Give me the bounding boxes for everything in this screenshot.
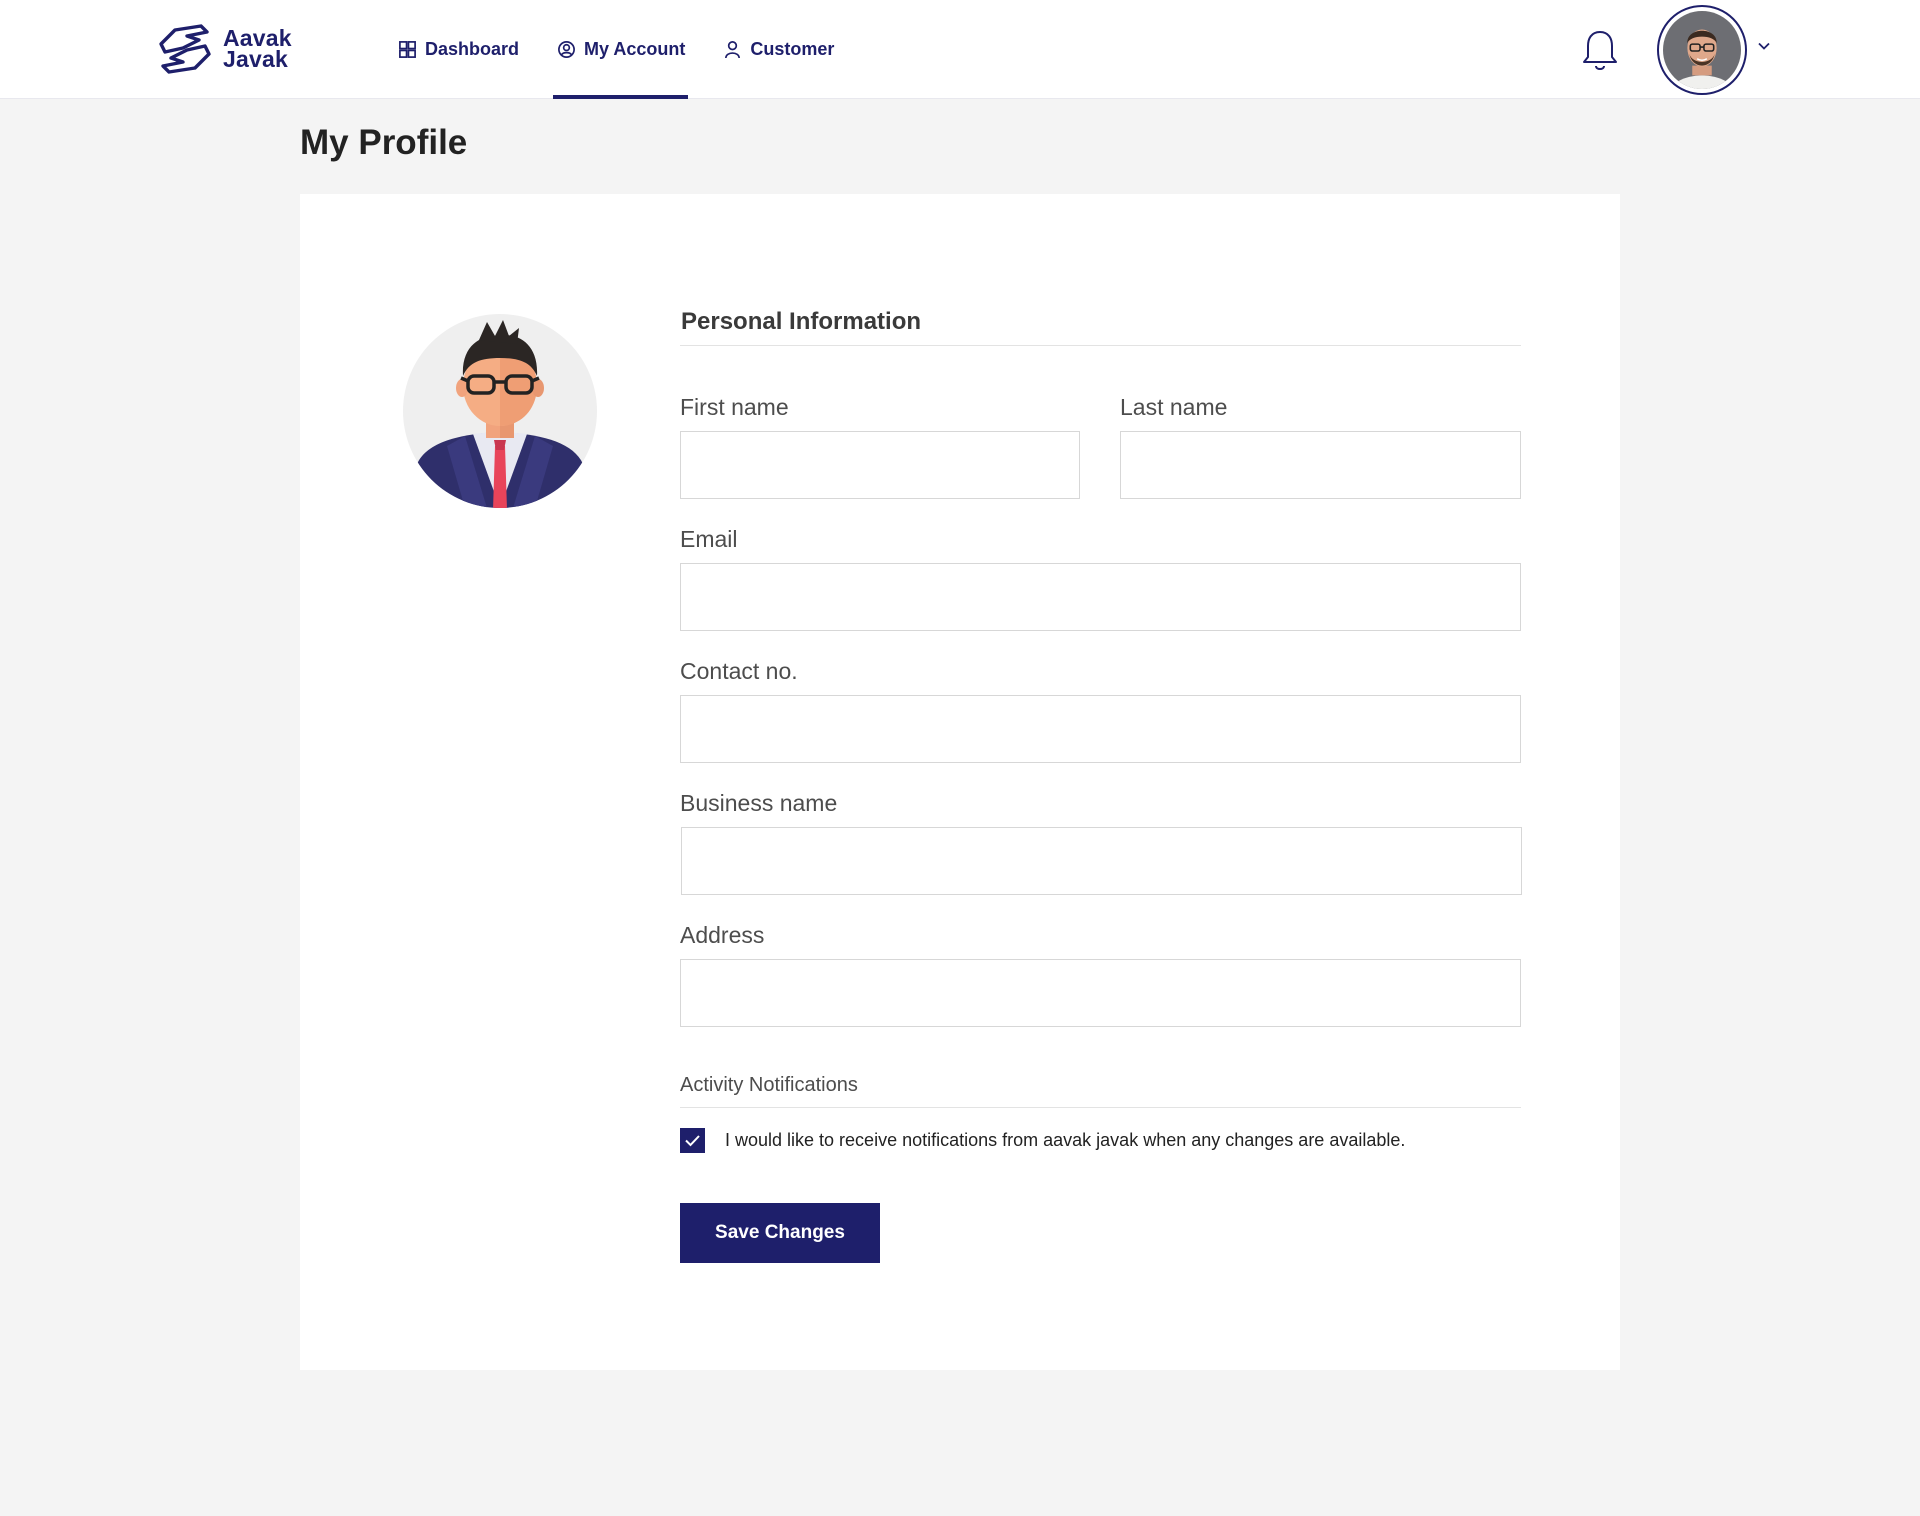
nav-my-account[interactable]: My Account — [553, 0, 689, 99]
user-avatar-button[interactable] — [1657, 5, 1747, 95]
notifications-checkbox-label[interactable]: I would like to receive notifications fr… — [725, 1130, 1405, 1151]
business-name-label: Business name — [680, 790, 838, 816]
business-name-input[interactable] — [681, 827, 1522, 895]
account-menu-toggle[interactable] — [1756, 38, 1772, 54]
address-label: Address — [680, 922, 765, 948]
businessman-avatar-icon — [403, 314, 597, 508]
first-name-label: First name — [680, 394, 789, 420]
notifications-button[interactable] — [1580, 29, 1620, 73]
brand-name-line2: Javak — [223, 46, 288, 72]
main-nav: Dashboard My Account Customer — [398, 0, 872, 99]
brand-name: Aavak Javak — [223, 27, 292, 72]
chevron-down-icon — [1758, 42, 1770, 50]
email-label: Email — [680, 526, 738, 552]
last-name-label: Last name — [1120, 394, 1228, 420]
save-changes-button[interactable]: Save Changes — [680, 1203, 880, 1263]
nav-customer[interactable]: Customer — [723, 0, 834, 99]
email-input[interactable] — [680, 563, 1521, 631]
nav-dashboard-label: Dashboard — [425, 39, 520, 59]
user-icon — [725, 41, 741, 59]
notifications-checkbox[interactable] — [680, 1128, 705, 1153]
top-navbar: Aavak Javak Dashboard My Account Custome… — [0, 0, 1920, 99]
user-circle-icon — [558, 41, 575, 58]
bell-icon — [1583, 31, 1617, 70]
section-divider — [680, 345, 1521, 346]
dashboard-grid-icon — [399, 41, 416, 58]
brand-logo[interactable]: Aavak Javak — [155, 18, 292, 80]
address-input[interactable] — [680, 959, 1521, 1027]
nav-my-account-label: My Account — [584, 39, 686, 59]
contact-label: Contact no. — [680, 658, 798, 684]
notifications-section-title: Activity Notifications — [680, 1074, 858, 1096]
contact-input[interactable] — [680, 695, 1521, 763]
last-name-input[interactable] — [1120, 431, 1521, 499]
nav-dashboard[interactable]: Dashboard — [398, 0, 519, 99]
first-name-input[interactable] — [680, 431, 1080, 499]
nav-customer-label: Customer — [750, 39, 835, 59]
page-title: My Profile — [300, 123, 468, 162]
hands-logo-icon — [159, 24, 211, 74]
notifications-divider — [680, 1107, 1521, 1108]
profile-picture[interactable] — [403, 314, 597, 508]
section-title-personal-info: Personal Information — [681, 308, 922, 335]
user-photo-avatar — [1663, 11, 1741, 89]
check-icon — [685, 1135, 700, 1147]
